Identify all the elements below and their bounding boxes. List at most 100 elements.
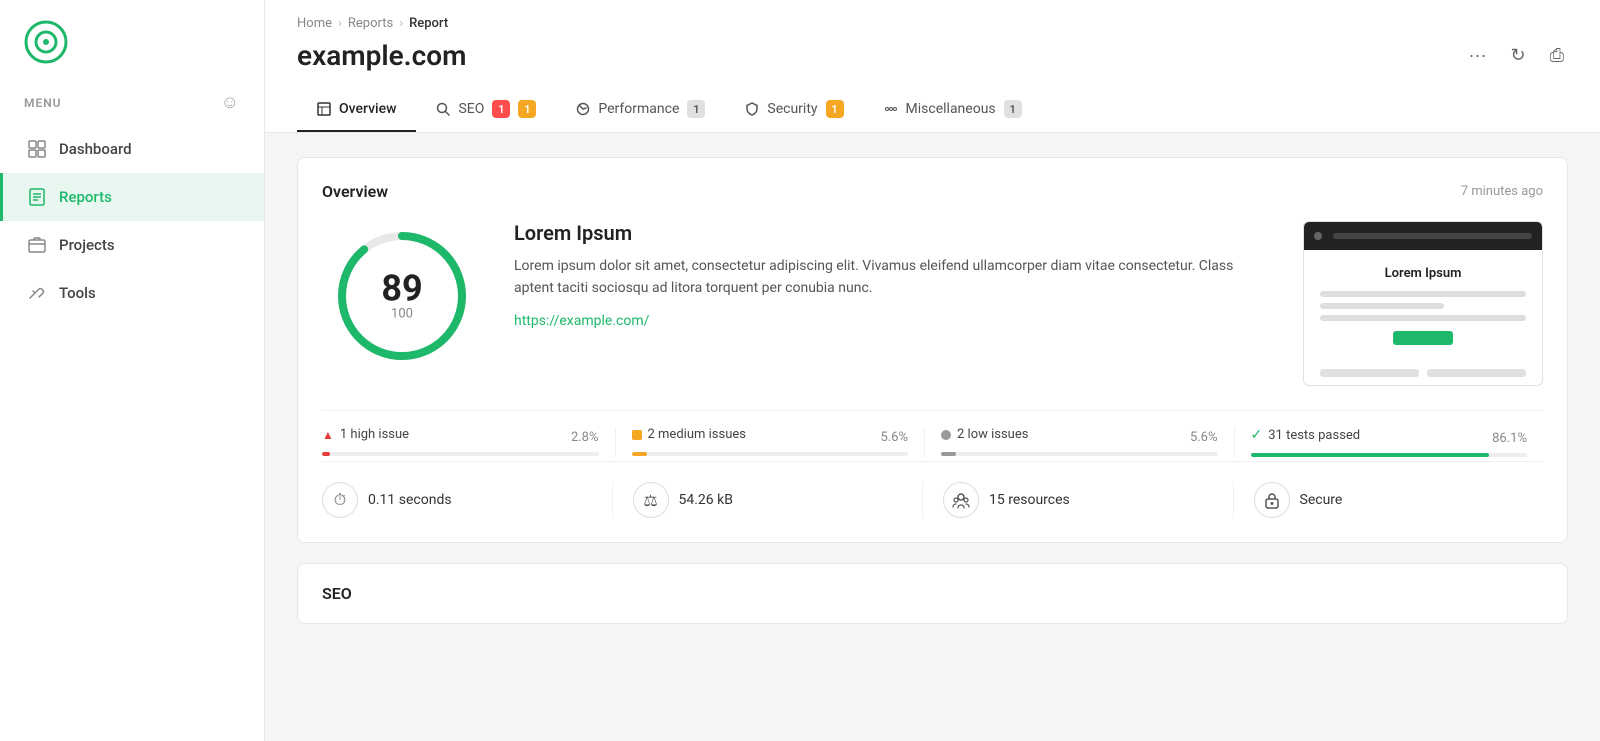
medium-issue-bar-wrap (632, 452, 909, 456)
preview-content: Lorem Ipsum (1304, 250, 1542, 361)
stat-resources: 15 resources (923, 482, 1234, 518)
menu-label: MENU ☺ (0, 84, 264, 125)
circle-icon (941, 430, 951, 440)
preview-url-bar (1333, 233, 1532, 239)
preview-dot-1 (1314, 232, 1322, 240)
low-issue-label: 2 low issues (941, 427, 1028, 442)
website-preview: Lorem Ipsum (1303, 221, 1543, 386)
tabs-bar: Overview SEO 1 1 Performance 1 (297, 88, 1568, 132)
low-issue-bar-wrap (941, 452, 1218, 456)
page-content: Overview 7 minutes ago 89 100 (265, 133, 1600, 648)
header-top-row: example.com ··· ↻ ⎙ (297, 39, 1568, 72)
refresh-button[interactable]: ↻ (1507, 41, 1530, 70)
tab-overview[interactable]: Overview (297, 88, 416, 132)
performance-tab-icon (576, 102, 590, 116)
resources-icon (943, 482, 979, 518)
passed-bar (1251, 453, 1489, 457)
high-issues-item: ▲ 1 high issue 2.8% (322, 427, 616, 457)
low-issue-label-row: 2 low issues 5.6% (941, 427, 1218, 448)
projects-icon (27, 235, 47, 255)
overview-card-title: Overview (322, 182, 388, 201)
check-icon: ✓ (1251, 427, 1263, 443)
low-issues-item: 2 low issues 5.6% (925, 427, 1235, 457)
overview-body: 89 100 Lorem Ipsum Lorem ipsum dolor sit… (322, 221, 1543, 386)
preview-footer (1304, 361, 1542, 385)
seo-tab-icon (436, 102, 450, 116)
overview-card-header: Overview 7 minutes ago (322, 182, 1543, 201)
score-circle: 89 100 (327, 221, 477, 371)
tab-security[interactable]: Security 1 (725, 88, 863, 132)
performance-badge: 1 (687, 100, 705, 118)
tab-performance[interactable]: Performance 1 (556, 88, 725, 132)
header-actions: ··· ↻ ⎙ (1465, 41, 1568, 70)
medium-issue-label: 2 medium issues (632, 427, 746, 442)
security-badge: 1 (826, 100, 844, 118)
breadcrumb-sep-2: › (399, 16, 403, 31)
high-issue-label-row: ▲ 1 high issue 2.8% (322, 427, 599, 448)
tools-icon (27, 283, 47, 303)
preview-title: Lorem Ipsum (1320, 266, 1526, 281)
overview-link[interactable]: https://example.com/ (514, 313, 649, 329)
overview-tab-icon (317, 102, 331, 116)
preview-line-1 (1320, 291, 1526, 297)
misc-tab-icon (884, 102, 898, 116)
page-header: Home › Reports › Report example.com ··· … (265, 0, 1600, 133)
score-text: 89 100 (381, 271, 422, 322)
sidebar: MENU ☺ Dashboard (0, 0, 265, 741)
reports-icon (27, 187, 47, 207)
more-options-button[interactable]: ··· (1465, 41, 1491, 70)
preview-topbar (1304, 222, 1542, 250)
passed-label-row: ✓ 31 tests passed 86.1% (1251, 427, 1528, 449)
stat-time: ⏱ 0.11 seconds (322, 482, 613, 518)
page-title: example.com (297, 39, 466, 72)
overview-card-time: 7 minutes ago (1461, 184, 1543, 199)
dashboard-icon (27, 139, 47, 159)
overview-card-heading: Lorem Ipsum (514, 221, 1271, 245)
passed-tests-item: ✓ 31 tests passed 86.1% (1235, 427, 1544, 457)
app-logo-icon (24, 20, 68, 64)
tab-seo[interactable]: SEO 1 1 (416, 88, 556, 132)
preview-footer-block-1 (1320, 369, 1419, 377)
issues-row: ▲ 1 high issue 2.8% 2 medium issues (322, 410, 1543, 457)
preview-lines (1320, 291, 1526, 321)
low-issue-bar (941, 452, 956, 456)
overview-description: Lorem Ipsum Lorem ipsum dolor sit amet, … (514, 221, 1271, 329)
user-icon[interactable]: ☺ (221, 92, 240, 113)
stat-size: ⚖ 54.26 kB (613, 482, 924, 518)
seo-badge-yellow: 1 (518, 100, 536, 118)
medium-issue-bar (632, 452, 647, 456)
misc-badge: 1 (1004, 100, 1022, 118)
stat-secure: Secure (1234, 482, 1544, 518)
passed-label: ✓ 31 tests passed (1251, 427, 1361, 443)
security-tab-icon (745, 102, 759, 116)
breadcrumb: Home › Reports › Report (297, 16, 1568, 31)
high-issue-label: ▲ 1 high issue (322, 427, 409, 442)
tab-miscellaneous[interactable]: Miscellaneous 1 (864, 88, 1042, 132)
logo-area (0, 0, 264, 84)
preview-line-3 (1320, 315, 1526, 321)
breadcrumb-sep-1: › (338, 16, 342, 31)
preview-footer-block-2 (1427, 369, 1526, 377)
score-circle-wrap: 89 100 (322, 221, 482, 371)
sidebar-item-projects[interactable]: Projects (0, 221, 264, 269)
main-content: Home › Reports › Report example.com ··· … (265, 0, 1600, 741)
size-icon: ⚖ (633, 482, 669, 518)
medium-issues-item: 2 medium issues 5.6% (616, 427, 926, 457)
sidebar-item-reports[interactable]: Reports (0, 173, 264, 221)
medium-issue-label-row: 2 medium issues 5.6% (632, 427, 909, 448)
score-value: 89 (381, 271, 422, 307)
square-icon (632, 430, 642, 440)
print-button[interactable]: ⎙ (1546, 41, 1568, 70)
sidebar-nav: Dashboard Reports Projects (0, 125, 264, 317)
passed-bar-wrap (1251, 453, 1528, 457)
time-icon: ⏱ (322, 482, 358, 518)
stats-row: ⏱ 0.11 seconds ⚖ 54.26 kB (322, 461, 1543, 518)
triangle-icon: ▲ (322, 428, 334, 442)
sidebar-item-dashboard[interactable]: Dashboard (0, 125, 264, 173)
overview-card-body: Lorem ipsum dolor sit amet, consectetur … (514, 255, 1271, 300)
overview-card: Overview 7 minutes ago 89 100 (297, 157, 1568, 543)
seo-section-card: SEO (297, 563, 1568, 624)
high-issue-bar-wrap (322, 452, 599, 456)
preview-line-2 (1320, 303, 1444, 309)
sidebar-item-tools[interactable]: Tools (0, 269, 264, 317)
